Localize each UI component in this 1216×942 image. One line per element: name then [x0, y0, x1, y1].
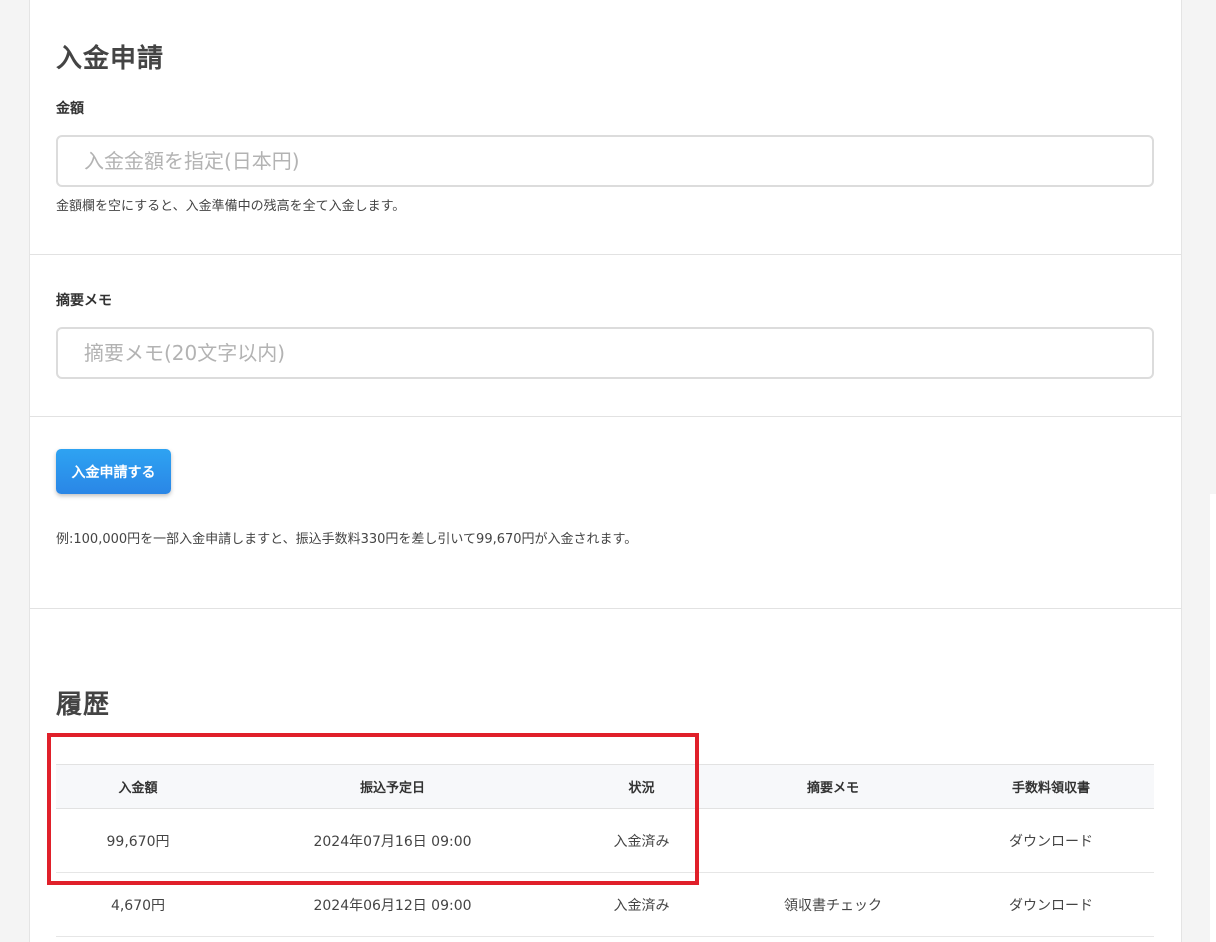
submit-deposit-button[interactable]: 入金申請する — [56, 449, 171, 494]
section-divider — [30, 608, 1181, 609]
cell-amount: 4,670円 — [56, 872, 220, 937]
cell-receipt: ダウンロード — [948, 872, 1154, 937]
section-divider — [30, 416, 1181, 417]
memo-input[interactable] — [56, 327, 1154, 379]
cell-memo: 領収書チェック — [718, 872, 948, 937]
history-section-title: 履歴 — [56, 690, 111, 720]
table-row: 99,670円 2024年07月16日 09:00 入金済み ダウンロード — [56, 808, 1154, 873]
cell-memo — [718, 808, 948, 873]
cell-receipt: ダウンロード — [948, 808, 1154, 873]
cell-status: 入金済み — [565, 808, 718, 873]
column-header-status: 状況 — [565, 764, 718, 809]
cell-date: 2024年06月12日 09:00 — [220, 872, 565, 937]
receipt-download-link[interactable]: ダウンロード — [1009, 898, 1093, 914]
cell-amount: 99,670円 — [56, 808, 220, 873]
deposit-card: 入金申請 金額 金額欄を空にすると、入金準備中の残高を全て入金します。 摘要メモ… — [29, 0, 1182, 942]
page-gutter — [1182, 0, 1216, 942]
section-divider — [30, 254, 1181, 255]
deposit-section-title: 入金申請 — [56, 44, 165, 74]
cell-date: 2024年07月16日 09:00 — [220, 808, 565, 873]
column-header-memo: 摘要メモ — [718, 764, 948, 809]
column-header-receipt: 手数料領収書 — [948, 764, 1154, 809]
amount-label: 金額 — [56, 101, 84, 117]
receipt-download-link[interactable]: ダウンロード — [1009, 834, 1093, 850]
memo-label: 摘要メモ — [56, 293, 112, 309]
amount-help-text: 金額欄を空にすると、入金準備中の残高を全て入金します。 — [56, 199, 406, 214]
column-header-date: 振込予定日 — [220, 764, 565, 809]
fee-example-note: 例:100,000円を一部入金申請しますと、振込手数料330円を差し引いて99,… — [56, 532, 638, 547]
gutter-strip — [1210, 494, 1216, 942]
table-row: 4,670円 2024年06月12日 09:00 入金済み 領収書チェック ダウ… — [56, 872, 1154, 937]
history-table: 入金額 振込予定日 状況 摘要メモ 手数料領収書 99,670円 2024年07… — [56, 764, 1154, 937]
cell-status: 入金済み — [565, 872, 718, 937]
table-header-row: 入金額 振込予定日 状況 摘要メモ 手数料領収書 — [56, 764, 1154, 809]
amount-input[interactable] — [56, 135, 1154, 187]
column-header-amount: 入金額 — [56, 764, 220, 809]
